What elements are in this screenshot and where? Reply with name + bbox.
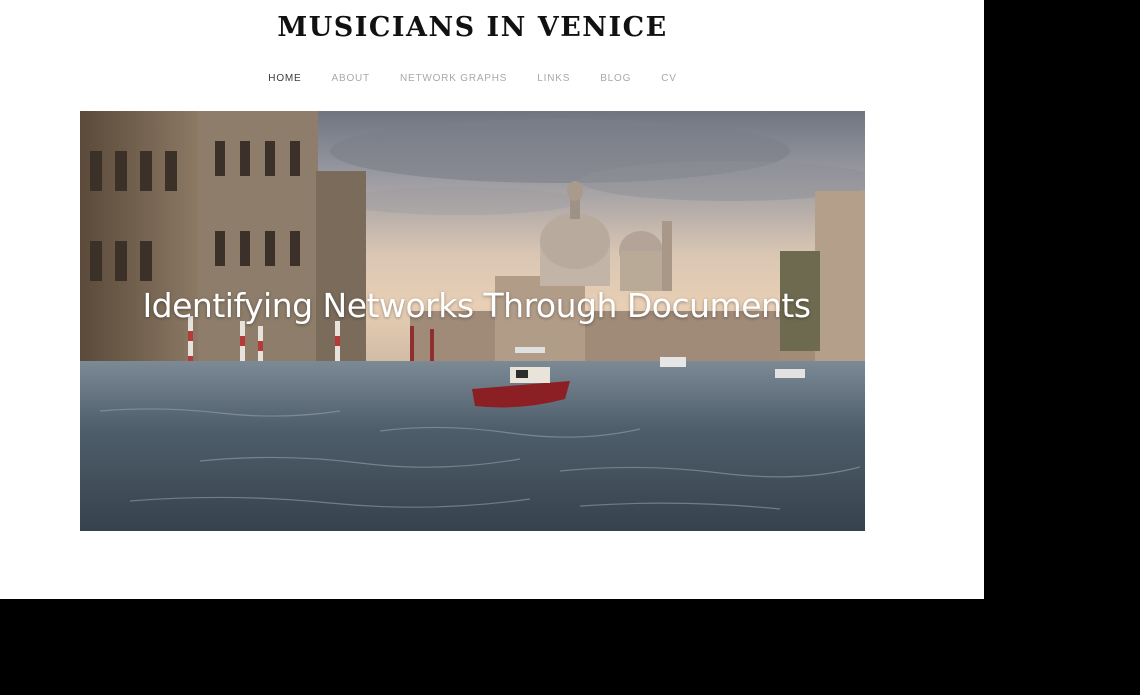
nav-item-home[interactable]: HOME [268,73,301,84]
nav-item-network-graphs[interactable]: NETWORK GRAPHS [400,73,507,84]
nav-item-cv[interactable]: CV [661,73,677,84]
nav-item-links[interactable]: LINKS [537,73,570,84]
hero-banner: Identifying Networks Through Documents [80,111,865,531]
nav-item-blog[interactable]: BLOG [600,73,631,84]
hero-heading: Identifying Networks Through Documents [142,286,811,325]
nav-item-about[interactable]: ABOUT [332,73,370,84]
page: MUSICIANS IN VENICE HOME ABOUT NETWORK G… [0,0,984,599]
site-title[interactable]: MUSICIANS IN VENICE [0,12,945,43]
main-nav: HOME ABOUT NETWORK GRAPHS LINKS BLOG CV [0,73,945,84]
